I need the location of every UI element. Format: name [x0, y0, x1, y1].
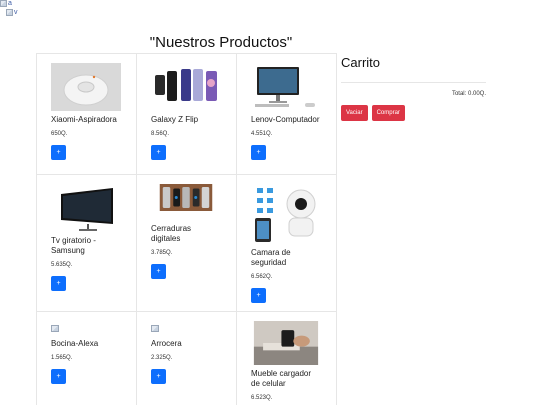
product-name: Bocina-Alexa [51, 339, 99, 348]
add-to-cart-button[interactable]: + [151, 145, 166, 160]
broken-image-icon [151, 325, 159, 332]
cart-title: Carrito [341, 55, 381, 70]
product-name: Cerraduras digitales [151, 224, 192, 243]
product-price: 2.325Q. [151, 355, 173, 361]
product-price: 3.785Q. [151, 250, 173, 256]
cart-panel: Carrito Total: 0.00Q. Vaciar Comprar [341, 53, 486, 121]
foldable-phones-image [151, 63, 221, 111]
product-name: Tv giratorio -Samsung [51, 236, 96, 255]
digital-locks-image [159, 184, 213, 211]
product-name: Lenov-Computador [251, 115, 320, 124]
product-card: Mueble cargador de celular 6.523Q. [236, 311, 337, 405]
product-card: Xiaomi-Aspiradora 650Q. + [36, 53, 137, 175]
cart-actions: Vaciar Comprar [341, 105, 486, 121]
security-camera-image [251, 184, 321, 244]
product-name: Galaxy Z Flip [151, 115, 199, 124]
product-card: Bocina-Alexa 1.565Q. + [36, 311, 137, 405]
product-grid: Xiaomi-Aspiradora 650Q. + Galaxy Z Flip … [36, 53, 337, 405]
product-price: 1.565Q. [51, 355, 73, 361]
broken-image-alt: v [14, 9, 18, 16]
page-title: "Nuestros Productos" [149, 34, 293, 51]
charging-furniture-image [253, 321, 319, 365]
broken-image-icon: a [0, 0, 12, 7]
product-price: 8.56Q. [151, 131, 170, 137]
add-to-cart-button[interactable]: + [251, 288, 266, 303]
add-to-cart-button[interactable]: + [151, 369, 166, 384]
robot-vacuum-image [51, 63, 121, 111]
product-card: Arrocera 2.325Q. + [136, 311, 237, 405]
checkout-button[interactable]: Comprar [371, 105, 405, 121]
product-price: 650Q. [51, 131, 68, 137]
tv-image [51, 184, 121, 232]
product-name: Camara de seguridad [251, 248, 291, 267]
broken-image-icon: v [6, 9, 18, 16]
broken-image-alt: a [8, 0, 12, 7]
desktop-computer-image [251, 63, 321, 111]
add-to-cart-button[interactable]: + [151, 264, 166, 279]
add-to-cart-button[interactable]: + [51, 145, 66, 160]
product-name: Xiaomi-Aspiradora [51, 115, 117, 124]
product-price: 6.523Q. [251, 395, 273, 401]
cart-divider [341, 82, 486, 83]
clear-cart-button[interactable]: Vaciar [341, 105, 368, 121]
product-card: Tv giratorio -Samsung 5.635Q. + [36, 174, 137, 312]
add-to-cart-button[interactable]: + [51, 369, 66, 384]
product-price: 5.635Q. [51, 262, 73, 268]
product-name: Arrocera [151, 339, 182, 348]
product-card: Camara de seguridad 6.562Q. + [236, 174, 337, 312]
product-price: 6.562Q. [251, 274, 273, 280]
add-to-cart-button[interactable]: + [51, 276, 66, 291]
product-card: Galaxy Z Flip 8.56Q. + [136, 53, 237, 175]
cart-total: Total: 0.00Q. [451, 91, 486, 97]
product-card: Lenov-Computador 4.551Q. + [236, 53, 337, 175]
product-card: Cerraduras digitales 3.785Q. + [136, 174, 237, 312]
product-name: Mueble cargador de celular [251, 369, 312, 388]
broken-image-icon [51, 325, 59, 332]
product-price: 4.551Q. [251, 131, 273, 137]
add-to-cart-button[interactable]: + [251, 145, 266, 160]
